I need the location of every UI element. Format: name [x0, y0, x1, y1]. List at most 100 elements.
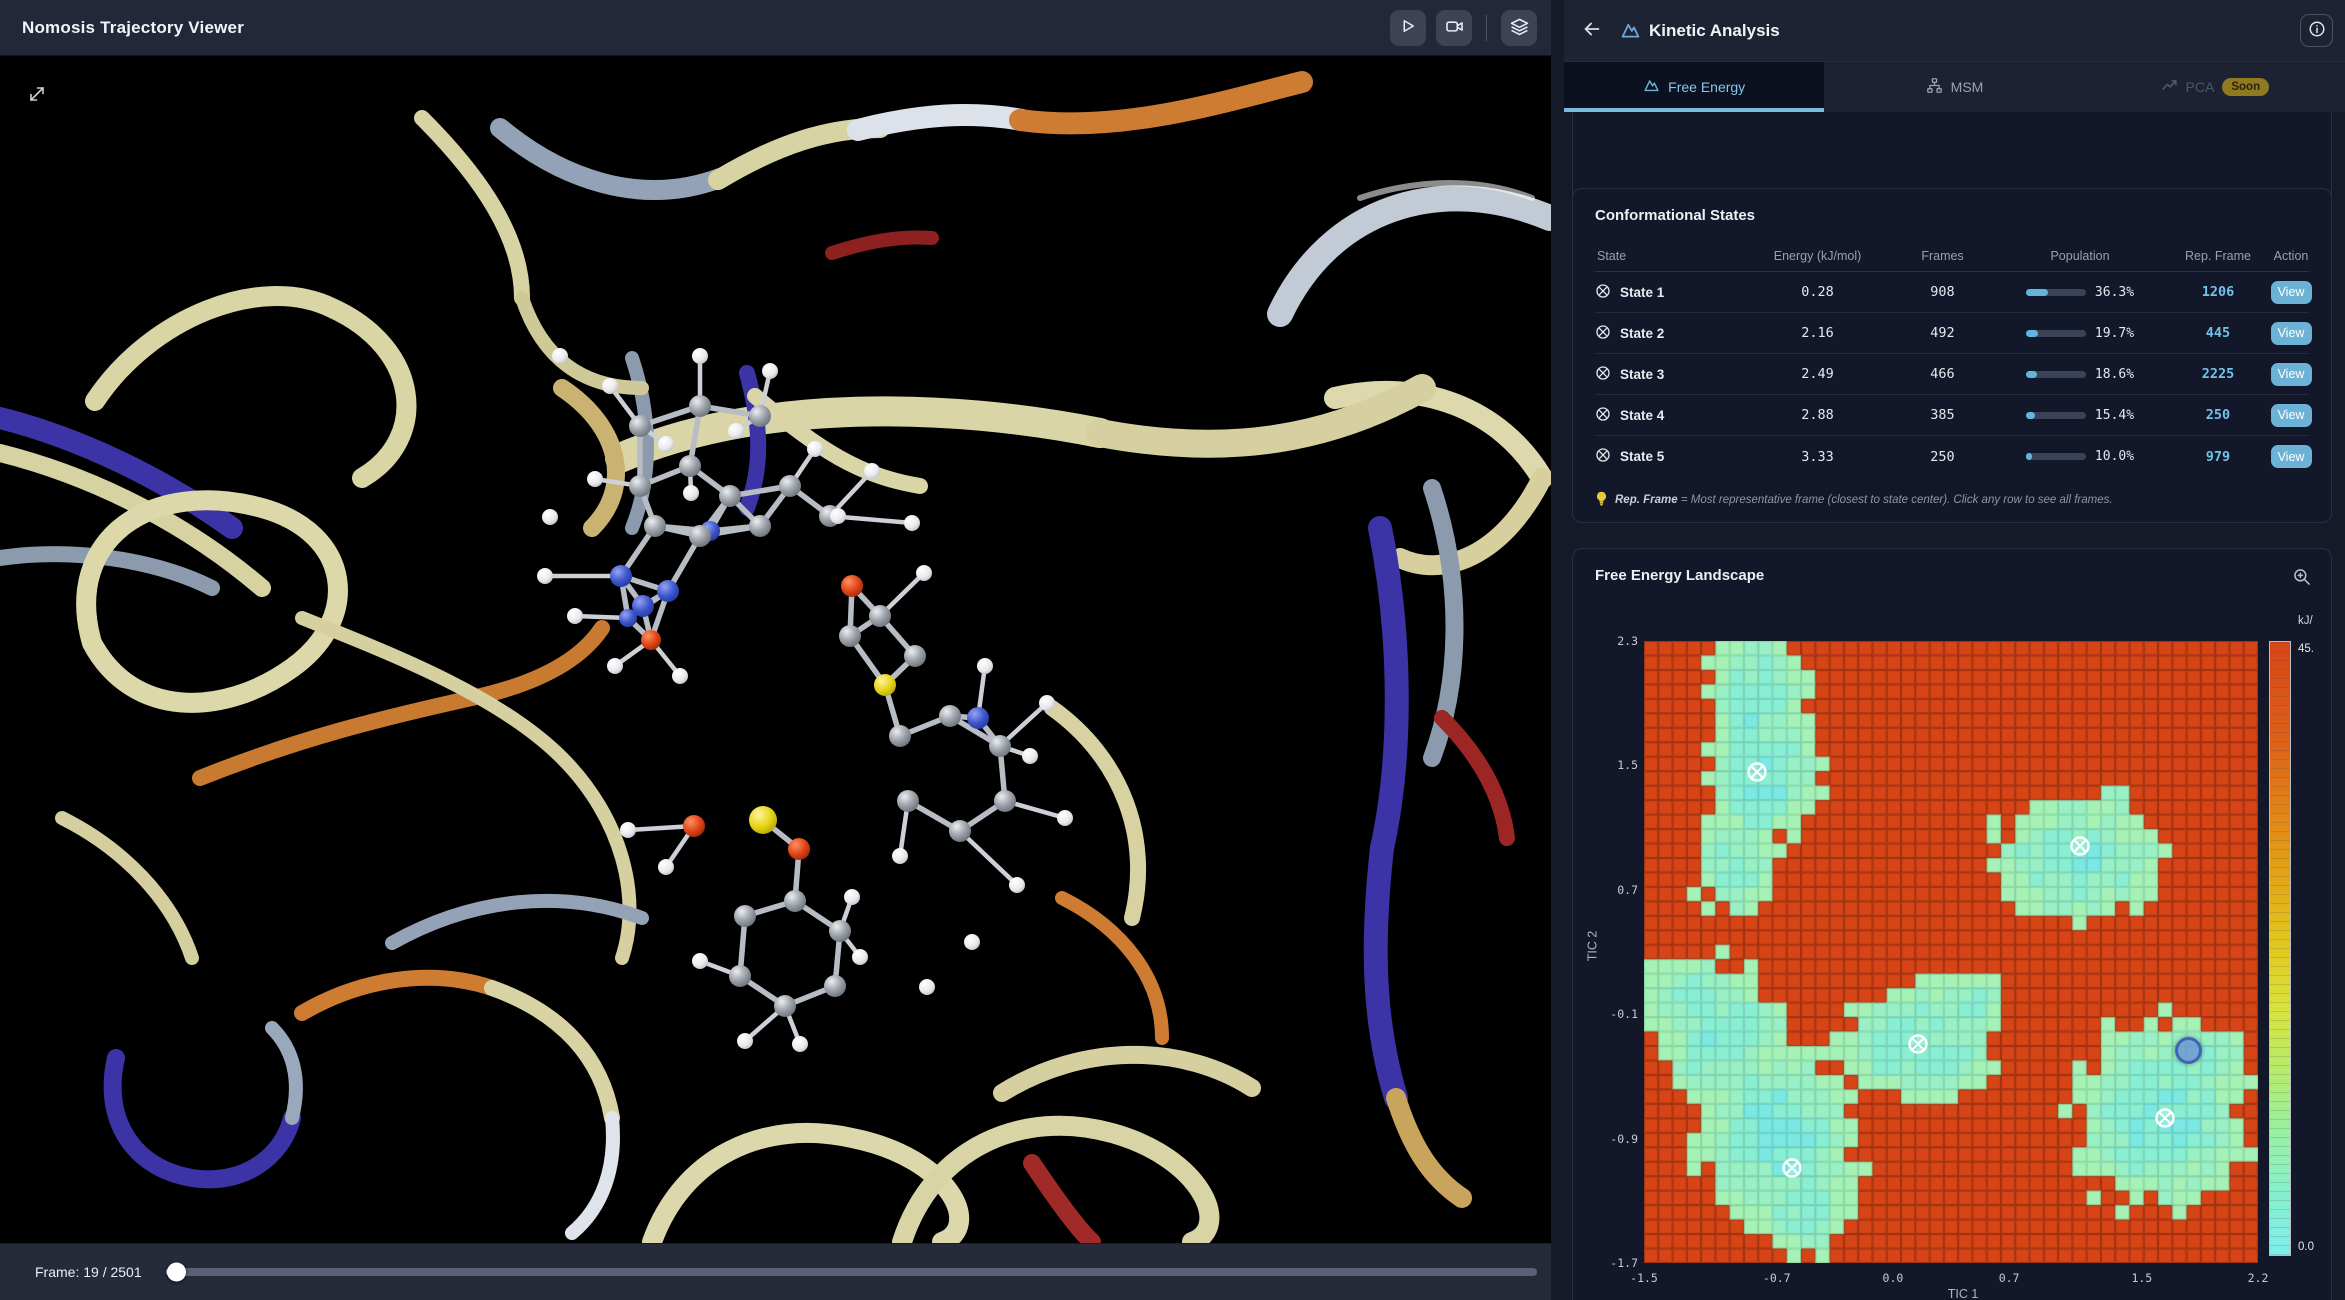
state-icon	[1595, 324, 1611, 343]
table-row[interactable]: State 2 2.16 492 19.7% 445 View	[1595, 313, 2309, 354]
population-bar	[2026, 330, 2086, 337]
population-percent: 19.7%	[2095, 326, 2134, 341]
state-label: State 5	[1620, 449, 1664, 464]
population-bar	[2026, 289, 2086, 296]
play-button[interactable]	[1390, 10, 1426, 46]
y-tick-label: -0.9	[1578, 1132, 1638, 1146]
video-camera-icon	[1445, 17, 1464, 39]
table-row[interactable]: State 5 3.33 250 10.0% 979 View	[1595, 436, 2309, 477]
population-cell: 15.4%	[1990, 408, 2170, 423]
colorbar-max-label: 45.	[2298, 643, 2314, 655]
fel-plot-area: TIC 2 TIC 1 kJ/ 45. 0.0 2.31.50.7-0.1-0.…	[1573, 549, 2333, 1300]
energy-cell: 2.16	[1740, 325, 1895, 341]
tab-pca[interactable]: PCA Soon	[2085, 62, 2345, 112]
state-label: State 2	[1620, 326, 1664, 341]
frames-cell: 492	[1895, 325, 1990, 341]
panel-scroll-content[interactable]: TIC 2 variance: 5.6% Minima found: 5 Con…	[1564, 112, 2345, 1300]
state-label: State 3	[1620, 367, 1664, 382]
population-percent: 36.3%	[2095, 285, 2134, 300]
population-cell: 36.3%	[1990, 285, 2170, 300]
state-cell: State 3	[1595, 365, 1740, 384]
x-axis-title: TIC 1	[1923, 1287, 2003, 1300]
rep-frame-cell: 445	[2170, 325, 2266, 341]
frames-cell: 250	[1895, 449, 1990, 465]
action-cell: View	[2266, 404, 2316, 427]
column-header: Frames	[1895, 249, 1990, 263]
frame-slider-thumb[interactable]	[167, 1263, 186, 1282]
action-cell: View	[2266, 322, 2316, 345]
info-icon	[2308, 20, 2326, 41]
state-label: State 1	[1620, 285, 1664, 300]
panel-header: Kinetic Analysis	[1564, 0, 2345, 62]
network-icon	[1926, 77, 1943, 97]
x-tick-label: -0.7	[1747, 1271, 1807, 1285]
toolbar-separator	[1486, 15, 1487, 41]
action-cell: View	[2266, 363, 2316, 386]
panel-title: Kinetic Analysis	[1649, 21, 1780, 41]
population-bar	[2026, 412, 2086, 419]
expand-diagonal-icon	[25, 94, 49, 109]
play-icon	[1399, 17, 1417, 38]
layers-icon	[1510, 17, 1529, 39]
view-button[interactable]: View	[2271, 281, 2312, 304]
y-tick-label: -1.7	[1578, 1256, 1638, 1270]
frames-cell: 385	[1895, 407, 1990, 423]
viewer-toolbar-actions	[1390, 10, 1537, 46]
frame-slider[interactable]	[166, 1268, 1537, 1276]
mountain-icon	[1643, 77, 1660, 97]
table-row[interactable]: State 1 0.28 908 36.3% 1206 View	[1595, 272, 2309, 313]
record-movie-button[interactable]	[1436, 10, 1472, 46]
colorbar-title: kJ/	[2298, 615, 2313, 627]
frames-cell: 908	[1895, 284, 1990, 300]
rep-frame-cell: 250	[2170, 407, 2266, 423]
layers-button[interactable]	[1501, 10, 1537, 46]
table-row[interactable]: State 4 2.88 385 15.4% 250 View	[1595, 395, 2309, 436]
column-header: Action	[2266, 249, 2316, 263]
protein-3d-viewport[interactable]	[0, 56, 1551, 1243]
rep-frame-cell: 1206	[2170, 284, 2266, 300]
state-cell: State 4	[1595, 406, 1740, 425]
y-tick-label: 2.3	[1578, 634, 1638, 648]
app-root: Nomosis Trajectory Viewer	[0, 0, 2345, 1300]
rep-frame-cell: 2225	[2170, 366, 2266, 382]
rep-frame-cell: 979	[2170, 449, 2266, 465]
table-row[interactable]: State 3 2.49 466 18.6% 2225 View	[1595, 354, 2309, 395]
population-bar-fill	[2026, 289, 2048, 296]
view-button[interactable]: View	[2271, 363, 2312, 386]
energy-cell: 2.49	[1740, 366, 1895, 382]
population-bar-fill	[2026, 330, 2038, 337]
view-button[interactable]: View	[2271, 445, 2312, 468]
arrow-left-icon	[1581, 18, 1603, 43]
trending-up-icon	[2161, 77, 2178, 97]
back-button[interactable]	[1576, 15, 1608, 47]
card-title: Conformational States	[1595, 207, 2309, 224]
colorbar	[2269, 641, 2291, 1256]
viewer-toolbar: Nomosis Trajectory Viewer	[0, 0, 1551, 56]
population-bar-fill	[2026, 412, 2035, 419]
state-cell: State 2	[1595, 324, 1740, 343]
view-button[interactable]: View	[2271, 404, 2312, 427]
column-header: State	[1595, 249, 1740, 263]
view-button[interactable]: View	[2271, 322, 2312, 345]
y-tick-label: 1.5	[1578, 758, 1638, 772]
state-icon	[1595, 447, 1611, 466]
population-cell: 18.6%	[1990, 367, 2170, 382]
fel-heatmap[interactable]	[1644, 641, 2258, 1263]
info-button[interactable]	[2300, 14, 2333, 47]
tab-free-energy[interactable]: Free Energy	[1564, 62, 1824, 112]
column-header: Energy (kJ/mol)	[1740, 249, 1895, 263]
panel-divider	[1551, 0, 1564, 1300]
column-header: Population	[1990, 249, 2170, 263]
state-icon	[1595, 283, 1611, 302]
states-table-header: StateEnergy (kJ/mol)FramesPopulationRep.…	[1595, 240, 2309, 272]
state-cell: State 5	[1595, 447, 1740, 466]
population-percent: 15.4%	[2095, 408, 2134, 423]
state-icon	[1595, 365, 1611, 384]
fullscreen-expand-button[interactable]	[24, 82, 50, 108]
y-tick-label: 0.7	[1578, 883, 1638, 897]
population-percent: 18.6%	[2095, 367, 2134, 382]
states-table-body: State 1 0.28 908 36.3% 1206 View State 2…	[1595, 272, 2309, 477]
tab-msm[interactable]: MSM	[1824, 62, 2084, 112]
population-bar	[2026, 453, 2086, 460]
state-cell: State 1	[1595, 283, 1740, 302]
